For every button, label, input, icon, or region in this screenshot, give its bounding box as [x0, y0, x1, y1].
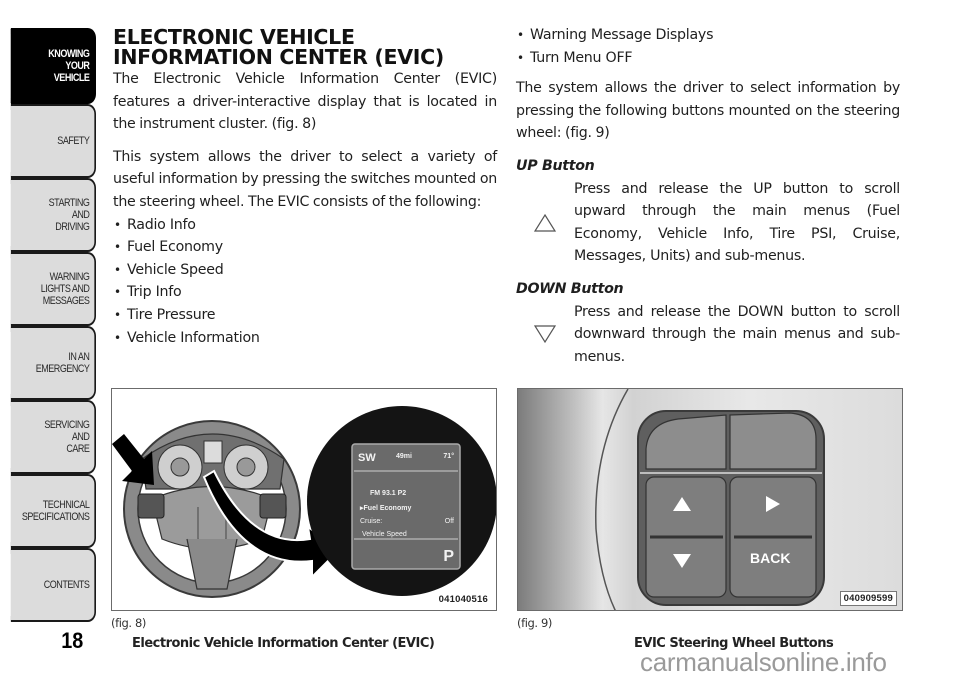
tab-warning-lights-and-messages[interactable]: WARNING LIGHTS AND MESSAGES — [10, 252, 96, 326]
up-button-description: Press and release the UP button to scrol… — [516, 178, 900, 268]
tab-knowing-your-vehicle[interactable]: KNOWING YOUR VEHICLE — [10, 28, 96, 104]
feature-list: Radio Info Fuel Economy Vehicle Speed Tr… — [113, 214, 497, 350]
tab-label: CARE — [66, 443, 90, 455]
radio-station: FM 93.1 P2 — [370, 490, 407, 497]
tab-label: EMERGENCY — [35, 363, 90, 375]
left-column: ELECTRONIC VEHICLE INFORMATION CENTER (E… — [113, 24, 497, 349]
tab-label: DRIVING — [55, 221, 90, 233]
tab-label: SPECIFICATIONS — [21, 511, 90, 523]
right-column: Warning Message Displays Turn Menu OFF T… — [516, 24, 900, 378]
tab-label: WARNING — [49, 271, 90, 283]
tab-label: KNOWING — [48, 48, 90, 60]
tab-technical-specifications[interactable]: TECHNICAL SPECIFICATIONS — [10, 474, 96, 548]
back-button-label: BACK — [750, 550, 791, 566]
figure-9-steering-wheel-buttons: BACK 040909599 — [517, 388, 903, 611]
figure-code: 041040516 — [435, 593, 491, 606]
tab-label: TECHNICAL — [42, 499, 90, 511]
list-item: Radio Info — [113, 214, 497, 237]
evic-screen-text: SW 49mi 71° FM 93.1 P2 ▸Fuel Economy Cru… — [352, 444, 460, 569]
watermark: carmanualsonline.info — [640, 647, 887, 677]
tab-contents[interactable]: CONTENTS — [10, 548, 96, 622]
list-item: Turn Menu OFF — [516, 47, 900, 70]
tab-label: LIGHTS AND — [40, 283, 90, 295]
list-item: Vehicle Speed — [113, 259, 497, 282]
list-item: Warning Message Displays — [516, 24, 900, 47]
tab-label: SERVICING — [44, 419, 90, 431]
tab-starting-and-driving[interactable]: STARTING AND DRIVING — [10, 178, 96, 252]
up-arrow-button — [673, 497, 691, 511]
list-item: Tire Pressure — [113, 304, 497, 327]
list-item: Fuel Economy — [113, 236, 497, 259]
tab-label: IN AN — [68, 351, 90, 363]
figure-code: 040909599 — [839, 591, 897, 606]
intro-paragraph-2: This system allows the driver to select … — [113, 148, 497, 210]
page-number: 18 — [61, 628, 84, 653]
up-button-heading: UP Button — [516, 157, 595, 174]
section-title: ELECTRONIC VEHICLE INFORMATION CENTER (E… — [113, 27, 497, 69]
cruise-value: Off — [444, 518, 454, 525]
tab-label: VEHICLE — [53, 72, 90, 84]
up-button-text: Press and release the UP button to scrol… — [574, 180, 900, 265]
intro-paragraph: The Electronic Vehicle Information Cente… — [113, 71, 497, 133]
figure-8-caption: Electronic Vehicle Information Center (E… — [132, 636, 435, 651]
tab-safety[interactable]: SAFETY — [10, 104, 96, 178]
buttons-intro-paragraph: The system allows the driver to select i… — [516, 80, 900, 142]
button-cluster-illustration — [595, 389, 825, 610]
down-button-description: Press and release the DOWN button to scr… — [516, 301, 900, 369]
up-triangle-outline-icon — [516, 178, 574, 268]
chapter-tabs: KNOWING YOUR VEHICLE SAFETY STARTING AND… — [0, 0, 98, 640]
tab-label: MESSAGES — [42, 295, 90, 307]
list-item: Vehicle Information — [113, 327, 497, 350]
compass-reading: SW — [358, 452, 376, 464]
tab-label: SAFETY — [57, 135, 90, 147]
tab-label: CONTENTS — [43, 579, 90, 591]
tab-servicing-and-care[interactable]: SERVICING AND CARE — [10, 400, 96, 474]
menu-item: Vehicle Speed — [362, 531, 407, 538]
title-line: INFORMATION CENTER (EVIC) — [113, 45, 444, 69]
right-arrow-button — [766, 496, 780, 512]
cruise-label: Cruise: — [360, 518, 383, 525]
down-button-text: Press and release the DOWN button to scr… — [574, 303, 900, 365]
temperature-reading: 71° — [443, 453, 454, 460]
down-triangle-outline-icon — [516, 301, 574, 369]
tab-label: AND — [71, 431, 90, 443]
feature-list-continued: Warning Message Displays Turn Menu OFF — [516, 24, 900, 69]
figure-8-evic-display: SW 49mi 71° FM 93.1 P2 ▸Fuel Economy Cru… — [111, 388, 497, 611]
down-button-heading: DOWN Button — [516, 280, 624, 297]
tab-label: AND — [71, 209, 90, 221]
selected-menu-item: ▸Fuel Economy — [360, 505, 412, 512]
tab-label: STARTING — [48, 197, 90, 209]
range-reading: 49mi — [396, 453, 412, 460]
tab-in-an-emergency[interactable]: IN AN EMERGENCY — [10, 326, 96, 400]
down-arrow-button — [673, 554, 691, 568]
tab-label: YOUR — [65, 60, 90, 72]
figure-9-reference: (fig. 9) — [517, 616, 552, 630]
gear-indicator: P — [443, 548, 454, 565]
list-item: Trip Info — [113, 281, 497, 304]
figure-8-reference: (fig. 8) — [111, 616, 146, 630]
